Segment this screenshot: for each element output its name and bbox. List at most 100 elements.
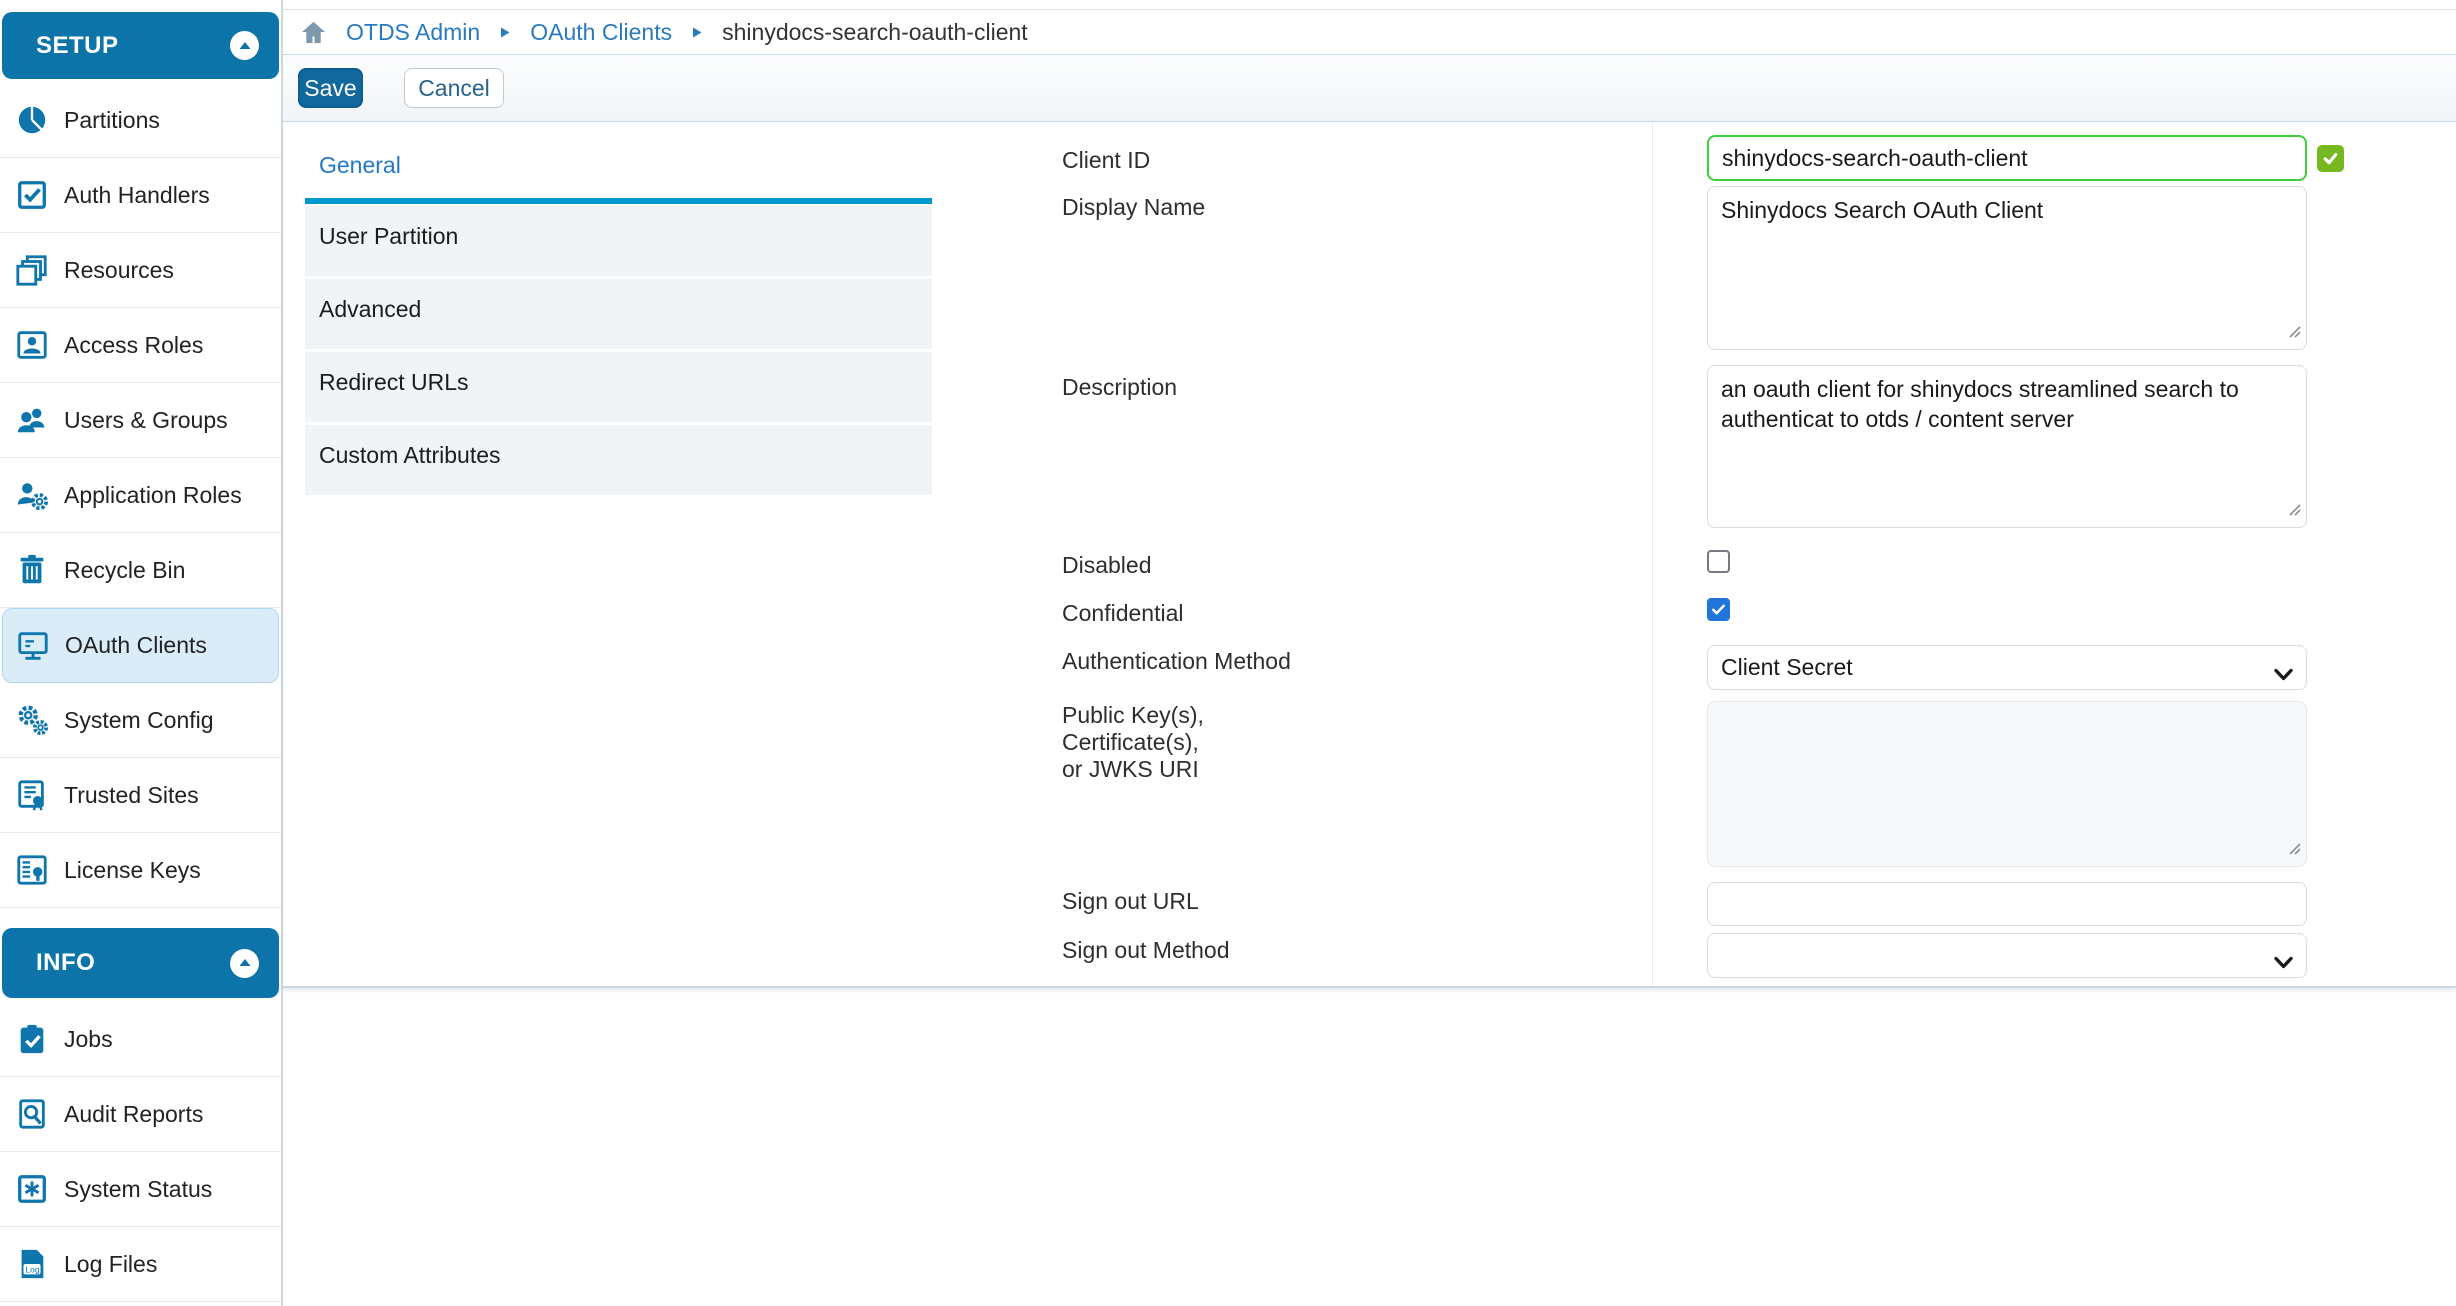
- sidebar-item-jobs[interactable]: Jobs: [0, 1002, 281, 1077]
- disabled-checkbox[interactable]: [1707, 550, 1730, 573]
- breadcrumb: OTDS Admin OAuth Clients shinydocs-searc…: [283, 9, 2456, 55]
- sidebar-item-label: Access Roles: [64, 332, 203, 359]
- sidebar-item-label: Log Files: [64, 1251, 157, 1278]
- sidebar-item-label: Partitions: [64, 107, 160, 134]
- public-keys-label: Public Key(s), Certificate(s), or JWKS U…: [1062, 702, 1204, 783]
- sign-out-url-input[interactable]: [1707, 882, 2307, 926]
- sidebar-item-application-roles[interactable]: Application Roles: [0, 458, 281, 533]
- sign-out-method-label: Sign out Method: [1062, 937, 1230, 964]
- form-divider: [1652, 122, 1653, 986]
- sidebar-item-label: Audit Reports: [64, 1101, 203, 1128]
- sidebar-item-license-keys[interactable]: License Keys: [0, 833, 281, 908]
- sidebar-item-partitions[interactable]: Partitions: [0, 83, 281, 158]
- tab-redirect-urls[interactable]: Redirect URLs: [305, 352, 932, 422]
- trusted-sites-icon: [13, 776, 51, 814]
- setup-nav: Partitions Auth Handlers Resources Acces…: [0, 83, 281, 908]
- sidebar-item-oauth-clients[interactable]: OAuth Clients: [2, 608, 279, 683]
- breadcrumb-arrow-icon: [499, 25, 511, 40]
- client-id-label: Client ID: [1062, 147, 1150, 174]
- client-id-input[interactable]: [1707, 135, 2307, 181]
- breadcrumb-arrow-icon: [691, 25, 703, 40]
- tab-advanced[interactable]: Advanced: [305, 279, 932, 349]
- users-groups-icon: [13, 401, 51, 439]
- collapse-setup-button[interactable]: [230, 31, 259, 60]
- action-toolbar: Save Cancel: [283, 55, 2456, 122]
- sidebar-item-label: Users & Groups: [64, 407, 228, 434]
- display-name-textarea[interactable]: Shinydocs Search OAuth Client: [1707, 186, 2307, 350]
- tab-custom-attributes[interactable]: Custom Attributes: [305, 425, 932, 495]
- active-tab-indicator: [305, 198, 932, 204]
- info-section-header[interactable]: INFO: [2, 928, 279, 998]
- sidebar-item-label: Auth Handlers: [64, 182, 210, 209]
- description-field: an oauth client for shinydocs streamline…: [1707, 365, 2307, 528]
- sidebar-item-users-groups[interactable]: Users & Groups: [0, 383, 281, 458]
- breadcrumb-current-item: shinydocs-search-oauth-client: [722, 19, 1028, 46]
- breadcrumb-link-otds-admin[interactable]: OTDS Admin: [346, 19, 480, 46]
- sidebar-item-label: OAuth Clients: [65, 632, 207, 659]
- tab-user-partition[interactable]: User Partition: [305, 206, 932, 276]
- public-keys-textarea[interactable]: [1707, 701, 2307, 867]
- display-name-field: Shinydocs Search OAuth Client: [1707, 186, 2307, 350]
- confidential-label: Confidential: [1062, 600, 1183, 627]
- display-name-label: Display Name: [1062, 194, 1205, 221]
- oauth-client-form: General User Partition Advanced Redirect…: [283, 122, 2456, 988]
- sidebar-item-log-files[interactable]: Log Log Files: [0, 1227, 281, 1302]
- disabled-label: Disabled: [1062, 552, 1152, 579]
- chevron-up-icon: [237, 955, 253, 971]
- sidebar-item-label: System Status: [64, 1176, 212, 1203]
- chevron-down-icon: [2273, 949, 2294, 976]
- sign-out-method-select[interactable]: [1707, 933, 2307, 978]
- tab-general[interactable]: General: [305, 122, 932, 198]
- audit-reports-icon: [13, 1095, 51, 1133]
- system-status-icon: [13, 1170, 51, 1208]
- access-roles-icon: [13, 326, 51, 364]
- system-config-icon: [13, 701, 51, 739]
- resources-icon: [13, 251, 51, 289]
- confidential-checkbox[interactable]: [1707, 598, 1730, 621]
- sidebar-item-system-status[interactable]: System Status: [0, 1152, 281, 1227]
- sidebar-item-label: System Config: [64, 707, 214, 734]
- recycle-bin-icon: [13, 551, 51, 589]
- svg-text:Log: Log: [25, 1265, 39, 1275]
- sidebar-item-label: Resources: [64, 257, 174, 284]
- oauth-clients-icon: [14, 627, 52, 665]
- auth-handlers-icon: [13, 176, 51, 214]
- sidebar-item-trusted-sites[interactable]: Trusted Sites: [0, 758, 281, 833]
- chevron-down-icon: [2273, 661, 2294, 688]
- client-id-field: [1707, 135, 2307, 181]
- check-icon: [1710, 601, 1727, 618]
- sidebar-item-label: Jobs: [64, 1026, 113, 1053]
- chevron-up-icon: [237, 38, 253, 54]
- sidebar-item-resources[interactable]: Resources: [0, 233, 281, 308]
- authentication-method-select[interactable]: Client Secret: [1707, 645, 2307, 690]
- sidebar-item-label: Application Roles: [64, 482, 242, 509]
- partitions-icon: [13, 101, 51, 139]
- sidebar-item-auth-handlers[interactable]: Auth Handlers: [0, 158, 281, 233]
- home-icon[interactable]: [300, 20, 327, 45]
- jobs-icon: [13, 1020, 51, 1058]
- application-roles-icon: [13, 476, 51, 514]
- sign-out-url-field: [1707, 882, 2307, 926]
- breadcrumb-link-oauth-clients[interactable]: OAuth Clients: [530, 19, 672, 46]
- info-nav: Jobs Audit Reports System Status Log Log…: [0, 1002, 281, 1302]
- public-keys-field: [1707, 701, 2307, 867]
- setup-section-header[interactable]: SETUP: [2, 12, 279, 79]
- sidebar-item-label: Recycle Bin: [64, 557, 185, 584]
- authentication-method-label: Authentication Method: [1062, 648, 1291, 675]
- info-header-label: INFO: [36, 949, 95, 977]
- sidebar-item-system-config[interactable]: System Config: [0, 683, 281, 758]
- sidebar-item-label: License Keys: [64, 857, 201, 884]
- sidebar-item-recycle-bin[interactable]: Recycle Bin: [0, 533, 281, 608]
- client-id-valid-icon: [2317, 145, 2344, 172]
- cancel-button[interactable]: Cancel: [404, 68, 504, 108]
- collapse-info-button[interactable]: [230, 949, 259, 978]
- check-icon: [2321, 149, 2340, 168]
- sidebar: SETUP Partitions Auth Handlers: [0, 0, 283, 1306]
- sidebar-item-access-roles[interactable]: Access Roles: [0, 308, 281, 383]
- sidebar-item-audit-reports[interactable]: Audit Reports: [0, 1077, 281, 1152]
- save-button[interactable]: Save: [298, 68, 363, 108]
- description-textarea[interactable]: an oauth client for shinydocs streamline…: [1707, 365, 2307, 528]
- tab-list: General User Partition Advanced Redirect…: [305, 122, 932, 495]
- sign-out-url-label: Sign out URL: [1062, 888, 1199, 915]
- setup-header-label: SETUP: [36, 32, 119, 60]
